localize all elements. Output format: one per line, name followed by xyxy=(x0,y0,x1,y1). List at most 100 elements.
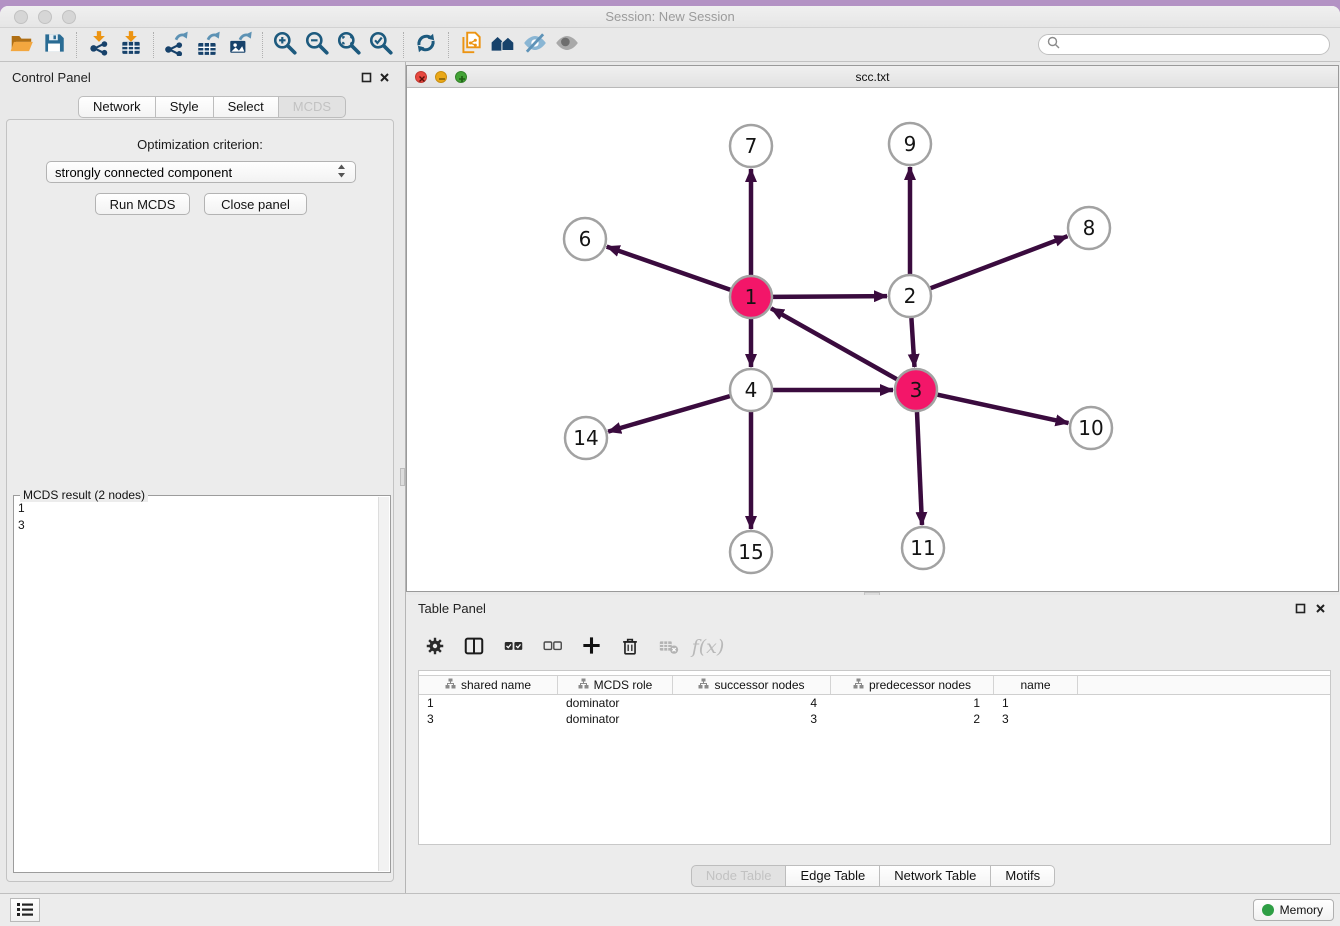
cell[interactable]: dominator xyxy=(558,711,673,727)
cell[interactable]: dominator xyxy=(558,695,673,711)
float-panel-icon[interactable] xyxy=(360,71,372,83)
close-network-button[interactable] xyxy=(415,71,427,83)
column-header-predecessor-nodes[interactable]: predecessor nodes xyxy=(831,676,994,694)
minimize-window-button[interactable] xyxy=(38,10,52,24)
zoom-out-button[interactable] xyxy=(301,31,333,59)
table-row[interactable]: 3dominator323 xyxy=(419,711,1330,727)
hide-selected-button[interactable] xyxy=(519,31,551,59)
node-15[interactable]: 15 xyxy=(730,531,772,573)
export-table-button[interactable] xyxy=(192,31,224,59)
edge-1-2[interactable] xyxy=(773,296,887,297)
search-input[interactable] xyxy=(1065,38,1321,52)
node-1[interactable]: 1 xyxy=(730,276,772,318)
tab-network-table[interactable]: Network Table xyxy=(880,865,991,887)
svg-text:1: 1 xyxy=(745,285,758,309)
table-header-row: shared nameMCDS rolesuccessor nodesprede… xyxy=(419,675,1330,695)
export-table-icon xyxy=(195,30,221,59)
tab-network[interactable]: Network xyxy=(78,96,156,118)
column-header-shared-name[interactable]: shared name xyxy=(419,676,558,694)
cell[interactable]: 1 xyxy=(994,695,1078,711)
task-history-button[interactable] xyxy=(10,898,40,922)
delete-column-button[interactable] xyxy=(613,630,647,664)
toolbar-separator xyxy=(153,32,154,58)
close-panel-icon[interactable] xyxy=(378,71,390,83)
column-view-button[interactable] xyxy=(457,630,491,664)
node-2[interactable]: 2 xyxy=(889,275,931,317)
import-table-button[interactable] xyxy=(115,31,147,59)
node-8[interactable]: 8 xyxy=(1068,207,1110,249)
open-session-button[interactable] xyxy=(6,31,38,59)
import-network-button[interactable] xyxy=(83,31,115,59)
edge-2-3[interactable] xyxy=(911,318,914,367)
result-scrollbar[interactable] xyxy=(378,497,389,871)
tab-mcds[interactable]: MCDS xyxy=(279,96,346,118)
zoom-fit-button[interactable] xyxy=(333,31,365,59)
home-layout-button[interactable] xyxy=(487,31,519,59)
edge-3-11[interactable] xyxy=(917,412,922,525)
clear-checkboxes-icon xyxy=(542,635,563,659)
maximize-network-button[interactable] xyxy=(455,71,467,83)
tab-edge-table[interactable]: Edge Table xyxy=(786,865,880,887)
settings-gear-button[interactable] xyxy=(418,630,452,664)
column-header-successor-nodes[interactable]: successor nodes xyxy=(673,676,831,694)
tree-icon xyxy=(853,678,864,692)
node-11[interactable]: 11 xyxy=(902,527,944,569)
float-table-panel-icon[interactable] xyxy=(1294,602,1306,614)
save-session-button[interactable] xyxy=(38,31,70,59)
network-canvas: 7 9 6 8 1 2 4 3 14 10 15 11 xyxy=(407,88,1338,591)
export-network-button[interactable] xyxy=(160,31,192,59)
tab-select[interactable]: Select xyxy=(214,96,279,118)
cell[interactable]: 1 xyxy=(831,695,994,711)
table-row[interactable]: 1dominator411 xyxy=(419,695,1330,711)
view-list-icon xyxy=(16,901,34,920)
cell[interactable]: 3 xyxy=(419,711,558,727)
edge-2-8[interactable] xyxy=(931,236,1068,288)
node-6[interactable]: 6 xyxy=(564,218,606,260)
duplicate-network-button[interactable] xyxy=(455,31,487,59)
node-10[interactable]: 10 xyxy=(1070,407,1112,449)
criterion-select[interactable]: strongly connected component xyxy=(46,161,356,183)
tab-node-table[interactable]: Node Table xyxy=(691,865,787,887)
node-9[interactable]: 9 xyxy=(889,123,931,165)
node-3[interactable]: 3 xyxy=(895,369,937,411)
edge-1-6[interactable] xyxy=(607,247,731,290)
refresh-button[interactable] xyxy=(410,31,442,59)
add-column-button[interactable] xyxy=(574,630,608,664)
network-view-window: scc.txt 7968124314101511 xyxy=(406,65,1339,592)
mcds-tab-content: Optimization criterion: strongly connect… xyxy=(6,119,394,882)
show-all-button[interactable] xyxy=(551,31,583,59)
cell[interactable]: 2 xyxy=(831,711,994,727)
cell[interactable]: 4 xyxy=(673,695,831,711)
select-all-checkboxes-button[interactable] xyxy=(496,630,530,664)
import-table-icon xyxy=(118,30,144,59)
tree-icon xyxy=(698,678,709,692)
splitter-grip[interactable] xyxy=(400,468,405,486)
edge-3-10[interactable] xyxy=(938,395,1069,423)
search-box[interactable] xyxy=(1038,34,1330,55)
node-7[interactable]: 7 xyxy=(730,125,772,167)
clear-checkboxes-button[interactable] xyxy=(535,630,569,664)
export-image-button[interactable] xyxy=(224,31,256,59)
delete-table-icon xyxy=(658,635,680,660)
close-panel-button[interactable]: Close panel xyxy=(204,193,307,215)
cell[interactable]: 3 xyxy=(994,711,1078,727)
node-14[interactable]: 14 xyxy=(565,417,607,459)
cell[interactable]: 3 xyxy=(673,711,831,727)
column-header-MCDS-role[interactable]: MCDS role xyxy=(558,676,673,694)
memory-button[interactable]: Memory xyxy=(1253,899,1334,921)
column-header-name[interactable]: name xyxy=(994,676,1078,694)
edge-3-1[interactable] xyxy=(771,308,897,379)
cell[interactable]: 1 xyxy=(419,695,558,711)
close-table-panel-icon[interactable] xyxy=(1314,602,1326,614)
edge-4-14[interactable] xyxy=(608,396,730,432)
node-4[interactable]: 4 xyxy=(730,369,772,411)
zoom-selected-button[interactable] xyxy=(365,31,397,59)
zoom-window-button[interactable] xyxy=(62,10,76,24)
svg-text:9: 9 xyxy=(904,132,917,156)
minimize-network-button[interactable] xyxy=(435,71,447,83)
zoom-in-button[interactable] xyxy=(269,31,301,59)
tab-motifs[interactable]: Motifs xyxy=(991,865,1055,887)
tab-style[interactable]: Style xyxy=(156,96,214,118)
run-mcds-button[interactable]: Run MCDS xyxy=(95,193,190,215)
close-window-button[interactable] xyxy=(14,10,28,24)
